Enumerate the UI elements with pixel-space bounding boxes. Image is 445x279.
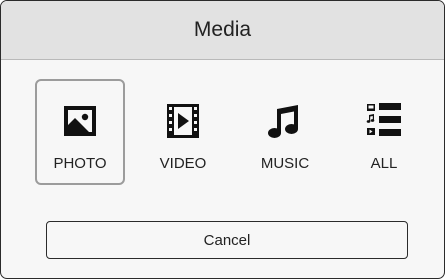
option-photo-label: PHOTO	[53, 155, 107, 172]
video-icon	[167, 104, 199, 138]
option-video[interactable]: VIDEO	[138, 79, 228, 185]
cancel-button[interactable]: Cancel	[46, 221, 408, 259]
dialog-title: Media	[193, 18, 252, 41]
option-photo[interactable]: PHOTO	[35, 79, 125, 185]
photo-icon	[64, 106, 96, 136]
title-bar: Media	[1, 1, 444, 60]
all-media-icon	[366, 103, 401, 136]
option-music[interactable]: MUSIC	[240, 79, 330, 185]
option-music-label: MUSIC	[260, 155, 310, 172]
option-all[interactable]: ALL	[339, 79, 429, 185]
option-all-label: ALL	[370, 155, 398, 172]
option-video-label: VIDEO	[159, 155, 207, 172]
media-dialog: Media PHOTO VIDEO MUSIC ALL Cancel	[0, 0, 445, 279]
music-icon	[268, 105, 298, 138]
